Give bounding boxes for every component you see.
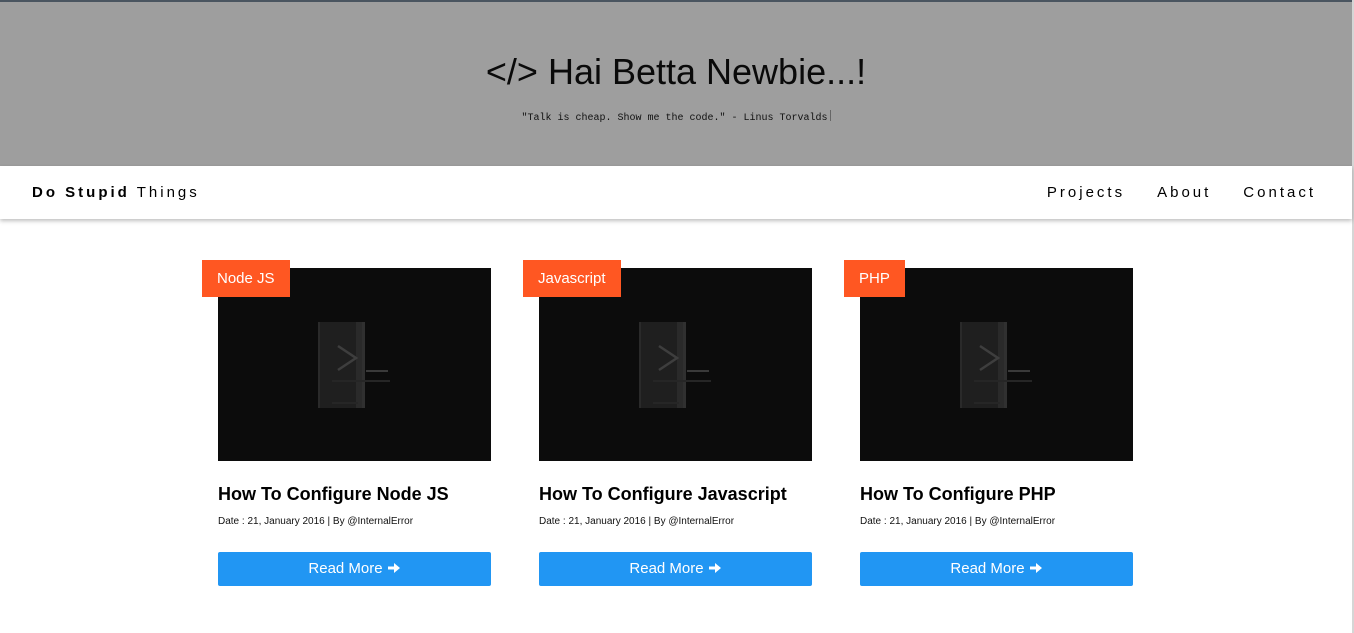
arrow-right-icon: [708, 563, 721, 573]
post-title[interactable]: How To Configure PHP: [860, 483, 1160, 505]
read-more-label: Read More: [629, 560, 704, 577]
read-more-button[interactable]: Read More: [539, 552, 812, 586]
post-meta: Date : 21, January 2016 | By @InternalEr…: [218, 516, 414, 527]
read-more-button[interactable]: Read More: [860, 552, 1133, 586]
post-thumbnail[interactable]: PHP: [844, 260, 1133, 461]
code-icon: </>: [485, 51, 538, 92]
post-thumbnail[interactable]: Javascript: [523, 260, 812, 461]
read-more-button[interactable]: Read More: [218, 552, 491, 586]
post-card: PHP How To Configure PHP Date : 21, Janu…: [844, 260, 1133, 586]
post-title[interactable]: How To Configure Javascript: [539, 483, 839, 505]
hero-quote: "Talk is cheap. Show me the code." - Lin…: [0, 110, 1352, 126]
read-more-label: Read More: [950, 560, 1025, 577]
post-thumbnail[interactable]: Node JS: [202, 260, 491, 461]
brand-rest-text: Things: [136, 184, 200, 201]
navbar: Do Stupid Things Projects About Contact: [0, 166, 1352, 219]
page: </> Hai Betta Newbie...! "Talk is cheap.…: [0, 0, 1354, 633]
post-meta: Date : 21, January 2016 | By @InternalEr…: [539, 516, 735, 527]
category-tag[interactable]: PHP: [844, 260, 905, 297]
brand-logo[interactable]: Do Stupid Things: [32, 184, 200, 201]
hero-title: </> Hai Betta Newbie...!: [0, 52, 1352, 92]
post-meta: Date : 21, January 2016 | By @InternalEr…: [860, 516, 1056, 527]
category-tag[interactable]: Node JS: [202, 260, 290, 297]
hero-title-text: Hai Betta Newbie...!: [547, 51, 867, 92]
nav-link-projects[interactable]: Projects: [1047, 184, 1125, 201]
post-card: Javascript How To Configure Javascript D…: [523, 260, 812, 586]
nav-link-contact[interactable]: Contact: [1243, 184, 1316, 201]
nav-links: Projects About Contact: [1047, 184, 1316, 201]
nav-link-about[interactable]: About: [1157, 184, 1211, 201]
post-card: Node JS How To Configure Node JS Date : …: [202, 260, 491, 586]
category-tag[interactable]: Javascript: [523, 260, 621, 297]
arrow-right-icon: [387, 563, 400, 573]
terminal-logo-image: [960, 322, 1032, 408]
post-title[interactable]: How To Configure Node JS: [218, 483, 518, 505]
terminal-logo-image: [318, 322, 390, 408]
hero-banner: </> Hai Betta Newbie...! "Talk is cheap.…: [0, 2, 1352, 166]
read-more-label: Read More: [308, 560, 383, 577]
hero-quote-text: "Talk is cheap. Show me the code." - Lin…: [521, 113, 828, 124]
brand-bold-text: Do Stupid: [32, 184, 130, 201]
arrow-right-icon: [1029, 563, 1042, 573]
typing-cursor: [829, 110, 831, 121]
terminal-logo-image: [639, 322, 711, 408]
